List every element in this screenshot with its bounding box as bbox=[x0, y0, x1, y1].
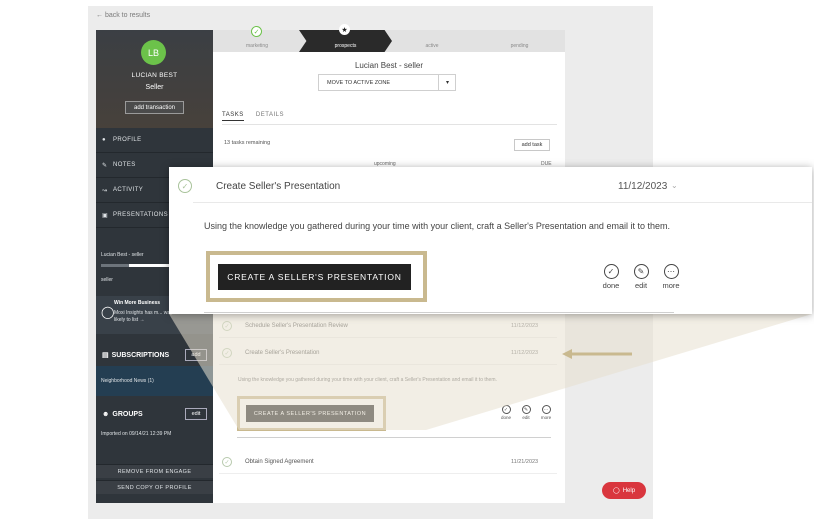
chevron-down-icon[interactable]: ⌄ bbox=[671, 181, 678, 190]
person-icon: ● bbox=[102, 137, 107, 143]
presentations-icon: ▣ bbox=[102, 212, 109, 219]
done-action[interactable]: ✓ done bbox=[496, 405, 516, 420]
sidebar-item-label: NOTES bbox=[113, 162, 136, 168]
contact-role: Seller bbox=[145, 84, 164, 91]
groups-edit-button[interactable]: edit bbox=[185, 408, 207, 420]
client-title: Lucian Best - seller bbox=[354, 61, 424, 70]
sidebar-item-label: PRESENTATIONS bbox=[113, 212, 168, 218]
card-divider bbox=[193, 202, 812, 203]
subscriptions-icon: ▤ bbox=[102, 352, 109, 359]
check-icon[interactable]: ✓ bbox=[222, 321, 232, 331]
task-description: Using the knowledge you gathered during … bbox=[238, 377, 497, 383]
card-bottom-rule bbox=[204, 312, 674, 313]
sidebar-item-label: PROFILE bbox=[113, 137, 142, 143]
action-label: edit bbox=[522, 415, 530, 420]
edit-action[interactable]: ✎ edit bbox=[626, 264, 656, 290]
more-icon: ⋯ bbox=[663, 264, 679, 279]
sidebar-item-label: ACTIVITY bbox=[113, 187, 144, 193]
action-label: edit bbox=[634, 281, 648, 290]
groups-label: GROUPS bbox=[112, 410, 143, 418]
back-to-results-link[interactable]: ← back to results bbox=[96, 12, 150, 19]
pencil-icon: ✎ bbox=[633, 264, 649, 279]
star-icon: ★ bbox=[339, 24, 350, 35]
task-divider bbox=[237, 437, 551, 438]
subscription-item[interactable]: Neighborhood News (1) bbox=[101, 378, 154, 384]
more-action[interactable]: ⋯ more bbox=[656, 264, 686, 290]
zoomed-task-title: Create Seller's Presentation bbox=[216, 181, 341, 192]
move-stage-select[interactable]: MOVE TO ACTIVE ZONE bbox=[318, 74, 456, 91]
deal-progress-fill bbox=[101, 264, 129, 267]
add-task-button[interactable]: add task bbox=[514, 139, 550, 151]
send-copy-of-profile-button[interactable]: SEND COPY OF PROFILE bbox=[96, 480, 213, 494]
stage-pending[interactable]: pending bbox=[474, 30, 565, 52]
create-sellers-presentation-button[interactable]: CREATE A SELLER'S PRESENTATION bbox=[218, 264, 411, 290]
task-row[interactable]: ✓ Obtain Signed Agreement 11/21/2023 bbox=[219, 452, 557, 474]
action-label: more bbox=[662, 281, 680, 290]
done-action[interactable]: ✓ done bbox=[596, 264, 626, 290]
action-label: done bbox=[500, 415, 511, 420]
activity-icon: ↝ bbox=[102, 187, 108, 194]
task-row[interactable]: ✓ Schedule Seller's Presentation Review … bbox=[219, 316, 557, 338]
help-button[interactable]: ◯ Help bbox=[602, 482, 646, 499]
check-icon: ✓ bbox=[603, 264, 619, 279]
tab-bar: TASKS DETAILS bbox=[222, 112, 294, 121]
task-date: 11/12/2023 bbox=[511, 350, 539, 356]
check-icon: ✓ bbox=[501, 405, 511, 414]
notes-icon: ✎ bbox=[102, 162, 108, 169]
tab-tasks[interactable]: TASKS bbox=[222, 112, 244, 121]
check-icon[interactable]: ✓ bbox=[222, 457, 232, 467]
avatar: LB bbox=[141, 40, 166, 65]
tasks-remaining: 13 tasks remaining bbox=[224, 140, 271, 146]
task-date: 11/12/2023 bbox=[511, 323, 539, 329]
check-icon: ✓ bbox=[251, 26, 262, 37]
subscriptions-add-button[interactable]: add bbox=[185, 349, 207, 361]
zoomed-task-date: 11/12/2023 bbox=[618, 181, 668, 192]
more-icon: ⋯ bbox=[541, 405, 551, 414]
tab-divider bbox=[222, 124, 557, 125]
help-label: Help bbox=[622, 487, 636, 494]
deal-tag: seller bbox=[101, 277, 113, 283]
tab-details[interactable]: DETAILS bbox=[256, 112, 284, 118]
stage-active[interactable]: active bbox=[390, 30, 474, 52]
edit-action[interactable]: ✎ edit bbox=[516, 405, 536, 420]
task-name: Obtain Signed Agreement bbox=[245, 459, 314, 465]
action-label: more bbox=[540, 415, 552, 420]
create-sellers-presentation-button[interactable]: CREATE A SELLER'S PRESENTATION bbox=[246, 405, 374, 422]
group-item: Imported on 09/14/21 12:39 PM bbox=[101, 431, 172, 437]
action-label: done bbox=[602, 281, 620, 290]
remove-from-engage-button[interactable]: REMOVE FROM ENGAGE bbox=[96, 464, 213, 478]
task-name: Schedule Seller's Presentation Review bbox=[245, 323, 348, 329]
task-name: Create Seller's Presentation bbox=[245, 350, 320, 356]
pencil-icon: ✎ bbox=[521, 405, 531, 414]
chat-bubble-icon: ◯ bbox=[612, 488, 620, 494]
check-icon[interactable]: ✓ bbox=[222, 348, 232, 358]
groups-icon: ☻ bbox=[102, 410, 110, 418]
check-icon[interactable]: ✓ bbox=[178, 179, 192, 193]
subscriptions-label: SUBSCRIPTIONS bbox=[111, 351, 170, 359]
deal-name[interactable]: Lucian Best - seller bbox=[101, 252, 144, 258]
more-action[interactable]: ⋯ more bbox=[536, 405, 556, 420]
task-date: 11/21/2023 bbox=[511, 459, 539, 465]
chevron-down-icon[interactable]: ▾ bbox=[438, 74, 456, 91]
task-row[interactable]: ✓ Create Seller's Presentation 11/12/202… bbox=[219, 343, 557, 365]
contact-name: LUCIAN BEST bbox=[131, 72, 178, 79]
tip-title: Win More Business bbox=[114, 300, 161, 306]
sidebar-item-profile[interactable]: ● PROFILE bbox=[96, 128, 213, 153]
lightbulb-icon: ◯ bbox=[101, 305, 115, 319]
add-transaction-button[interactable]: add transaction bbox=[125, 101, 184, 114]
zoomed-task-description: Using the knowledge you gathered during … bbox=[204, 221, 670, 231]
